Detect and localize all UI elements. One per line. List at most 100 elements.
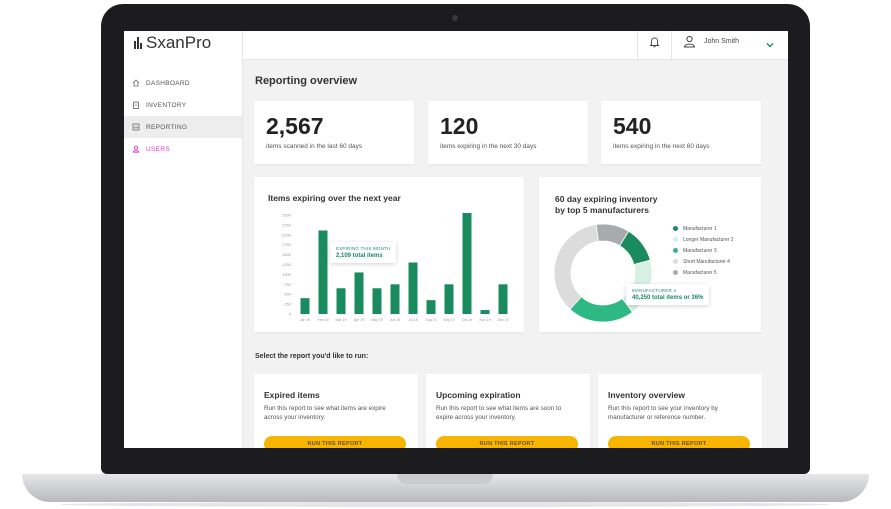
sidebar-item-label: INVENTORY <box>146 101 187 109</box>
x-tick-label: Mar 19 <box>336 318 347 322</box>
app-name: SxanPro <box>146 33 212 52</box>
sidebar-nav: DASHBOARD INVENTORY REPORTING USERS <box>124 72 242 160</box>
user-name[interactable]: John Smith <box>704 38 739 45</box>
legend-label: Manufacturer 3 <box>683 247 717 254</box>
sidebar-item-dashboard[interactable]: DASHBOARD <box>124 72 242 94</box>
bar[interactable] <box>372 288 382 314</box>
home-icon <box>132 79 140 87</box>
y-tick-label: 1750 <box>282 242 292 247</box>
donut-slice[interactable] <box>553 224 599 310</box>
x-tick-label: Jan 19 <box>300 318 311 322</box>
y-tick-label: 1500 <box>282 252 292 257</box>
donut-chart-card: 60 day expiring inventory by top 5 manuf… <box>539 177 761 332</box>
bar[interactable] <box>480 310 490 314</box>
report-description: Run this report to see your inventory by… <box>608 405 718 421</box>
bar[interactable] <box>318 230 328 314</box>
x-tick-label: May 19 <box>371 318 383 322</box>
tooltip-caption: MANUFACTURER 4 <box>632 288 677 293</box>
legend-swatch <box>673 270 678 275</box>
sidebar-item-label: USERS <box>146 145 170 153</box>
bar[interactable] <box>498 284 508 314</box>
sidebar-item-reporting[interactable]: REPORTING <box>124 116 242 138</box>
header-divider <box>637 31 638 59</box>
stat-card: 2,567 items scanned in the last 60 days <box>254 101 414 164</box>
bar[interactable] <box>354 272 364 314</box>
legend-swatch <box>673 259 678 264</box>
legend-label: Manufacturer 1 <box>683 225 717 232</box>
run-report-button[interactable]: RUN THIS REPORT <box>436 436 578 448</box>
legend-swatch <box>673 226 678 231</box>
stat-card: 120 items expiring in the next 30 days <box>428 101 588 164</box>
legend-label: Longer Manufacturer 2 <box>683 236 734 243</box>
webcam <box>452 15 458 21</box>
report-card-inventory: Inventory overview Run this report to se… <box>598 374 762 448</box>
y-tick-label: 0 <box>289 312 292 317</box>
report-description: Run this report to see what items are ex… <box>264 405 386 421</box>
user-icon <box>132 145 140 153</box>
report-title: Inventory overview <box>608 390 686 400</box>
sidebar-item-users[interactable]: USERS <box>124 138 242 160</box>
bar[interactable] <box>300 298 310 314</box>
bar[interactable] <box>426 300 436 314</box>
legend-item: Longer Manufacturer 2 <box>673 234 734 245</box>
y-tick-label: 750 <box>284 282 291 287</box>
stat-value: 540 <box>613 113 652 139</box>
sidebar-item-label: REPORTING <box>146 123 188 131</box>
x-tick-label: Aug 19 <box>425 318 436 322</box>
legend-label: Short Manufacturer 4 <box>683 258 730 265</box>
page-title: Reporting overview <box>255 75 358 87</box>
chevron-down-icon[interactable] <box>765 37 775 55</box>
top-bar: John Smith <box>243 31 788 60</box>
x-tick-label: Nov 19 <box>479 318 490 322</box>
run-report-button[interactable]: RUN THIS REPORT <box>264 436 406 448</box>
bar[interactable] <box>444 284 454 314</box>
bar-chart-tooltip: EXPIRING THIS MONTH 2,109 total items <box>330 242 397 263</box>
stat-label: items expiring in the next 30 days <box>440 143 537 150</box>
sidebar-item-label: DASHBOARD <box>146 79 190 87</box>
y-tick-label: 2250 <box>282 222 292 227</box>
x-tick-label: Jul 19 <box>408 318 417 322</box>
legend-item: Manufacturer 3 <box>673 245 734 256</box>
legend-swatch <box>673 248 678 253</box>
x-tick-label: Oct 19 <box>462 318 472 322</box>
report-prompt: Select the report you'd like to run: <box>255 353 369 360</box>
x-tick-label: Apr 19 <box>354 318 364 322</box>
y-tick-label: 1000 <box>282 272 292 277</box>
donut-chart-tooltip: MANUFACTURER 4 40,250 total items or 36% <box>626 284 710 305</box>
run-report-button[interactable]: RUN THIS REPORT <box>608 436 750 448</box>
bar[interactable] <box>462 213 472 314</box>
laptop-shadow <box>60 502 831 507</box>
bar[interactable] <box>336 288 346 314</box>
x-tick-label: Jun 19 <box>390 318 401 322</box>
donut-slice[interactable] <box>569 296 633 323</box>
legend-item: Manufacturer 1 <box>673 223 734 234</box>
stat-value: 120 <box>440 113 479 139</box>
report-title: Expired items <box>264 390 320 400</box>
laptop-notch <box>397 474 493 484</box>
y-tick-label: 2500 <box>282 213 292 218</box>
sidebar-item-inventory[interactable]: INVENTORY <box>124 94 242 116</box>
y-tick-label: 250 <box>284 302 291 307</box>
report-title: Upcoming expiration <box>436 390 521 400</box>
x-tick-label: Feb 19 <box>318 318 329 322</box>
report-icon <box>132 123 140 131</box>
legend-item: Manufacturer 5 <box>673 267 734 278</box>
stat-label: items scanned in the last 60 days <box>266 143 363 150</box>
bar-chart-card: Items expiring over the next year 0 250 50… <box>254 177 524 332</box>
app-logo[interactable]: SxanPro <box>134 33 211 53</box>
app-screen: SxanPro DASHBOARD INVENTORY REPORTING US… <box>124 31 788 448</box>
stat-card: 540 items expiring in the next 60 days <box>601 101 761 164</box>
report-description: Run this report to see what items are so… <box>436 405 562 421</box>
bar[interactable] <box>390 284 400 314</box>
x-tick-label: Dec 19 <box>497 318 508 322</box>
y-tick-label: 500 <box>284 292 291 297</box>
y-tick-label: 2000 <box>282 232 292 237</box>
legend-label: Manufacturer 5 <box>683 269 717 276</box>
tooltip-caption: EXPIRING THIS MONTH <box>336 246 391 251</box>
bell-icon[interactable] <box>649 35 660 53</box>
header-divider <box>671 31 672 59</box>
tooltip-value: 2,109 total items <box>336 253 383 259</box>
user-avatar-icon[interactable] <box>683 35 696 53</box>
tooltip-value: 40,250 total items or 36% <box>632 295 704 301</box>
bar[interactable] <box>408 262 418 314</box>
